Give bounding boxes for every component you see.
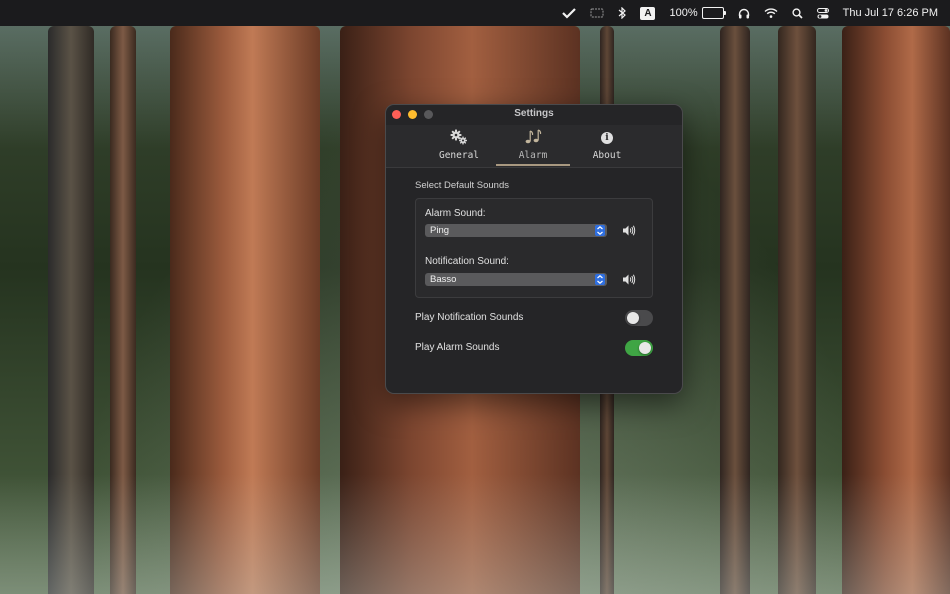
speaker-icon[interactable] bbox=[622, 224, 636, 237]
settings-tab-bar: General Alarm i About bbox=[386, 125, 682, 168]
battery-icon bbox=[701, 7, 726, 19]
tab-general-label: General bbox=[438, 150, 480, 161]
window-title: Settings bbox=[514, 108, 554, 119]
notification-sound-select[interactable]: Basso bbox=[425, 273, 607, 286]
play-notification-sounds-row: Play Notification Sounds bbox=[415, 310, 653, 328]
tab-alarm[interactable]: Alarm bbox=[496, 125, 570, 166]
settings-window: Settings General Alarm i About Select De… bbox=[385, 104, 683, 394]
alarm-sound-select[interactable]: Ping bbox=[425, 224, 607, 237]
input-source-icon[interactable]: A bbox=[640, 6, 656, 20]
tab-about[interactable]: i About bbox=[570, 125, 644, 165]
speaker-icon[interactable] bbox=[622, 273, 636, 286]
forest-fog bbox=[0, 474, 950, 594]
battery-percent: 100% bbox=[669, 7, 698, 19]
bluetooth-icon[interactable] bbox=[618, 7, 627, 19]
play-alarm-sounds-toggle[interactable] bbox=[625, 340, 653, 356]
notification-sound-label: Notification Sound: bbox=[425, 256, 509, 267]
notification-sound-value: Basso bbox=[430, 274, 457, 285]
default-sounds-group: Alarm Sound: Ping Notification Sound: Ba… bbox=[415, 198, 653, 298]
tab-about-label: About bbox=[592, 150, 622, 161]
play-notification-sounds-toggle[interactable] bbox=[625, 310, 653, 326]
control-center-icon[interactable] bbox=[816, 7, 829, 19]
music-notes-icon bbox=[524, 129, 542, 147]
title-bar[interactable]: Settings bbox=[386, 105, 682, 125]
checkmark-icon[interactable] bbox=[562, 7, 577, 19]
headphones-icon[interactable] bbox=[738, 8, 750, 19]
tab-alarm-label: Alarm bbox=[518, 150, 548, 161]
menu-bar-clock[interactable]: Thu Jul 17 6:26 PM bbox=[843, 7, 938, 19]
play-alarm-sounds-row: Play Alarm Sounds bbox=[415, 340, 653, 358]
tab-general[interactable]: General bbox=[422, 125, 496, 165]
battery-status[interactable]: 100% bbox=[669, 7, 726, 19]
chevron-updown-icon bbox=[595, 225, 605, 236]
chevron-updown-icon bbox=[595, 274, 605, 285]
wifi-icon[interactable] bbox=[764, 8, 778, 18]
play-alarm-sounds-label: Play Alarm Sounds bbox=[415, 342, 500, 353]
alarm-sound-label: Alarm Sound: bbox=[425, 208, 486, 219]
alarm-sound-value: Ping bbox=[430, 225, 450, 236]
screen-mirroring-icon[interactable] bbox=[590, 8, 604, 18]
spotlight-search-icon[interactable] bbox=[792, 7, 803, 19]
gears-icon bbox=[450, 129, 468, 147]
menu-bar: A 100% Thu Jul 17 6:26 PM bbox=[0, 0, 950, 26]
info-icon: i bbox=[601, 129, 613, 147]
section-title: Select Default Sounds bbox=[415, 180, 510, 191]
play-notification-sounds-label: Play Notification Sounds bbox=[415, 312, 524, 323]
